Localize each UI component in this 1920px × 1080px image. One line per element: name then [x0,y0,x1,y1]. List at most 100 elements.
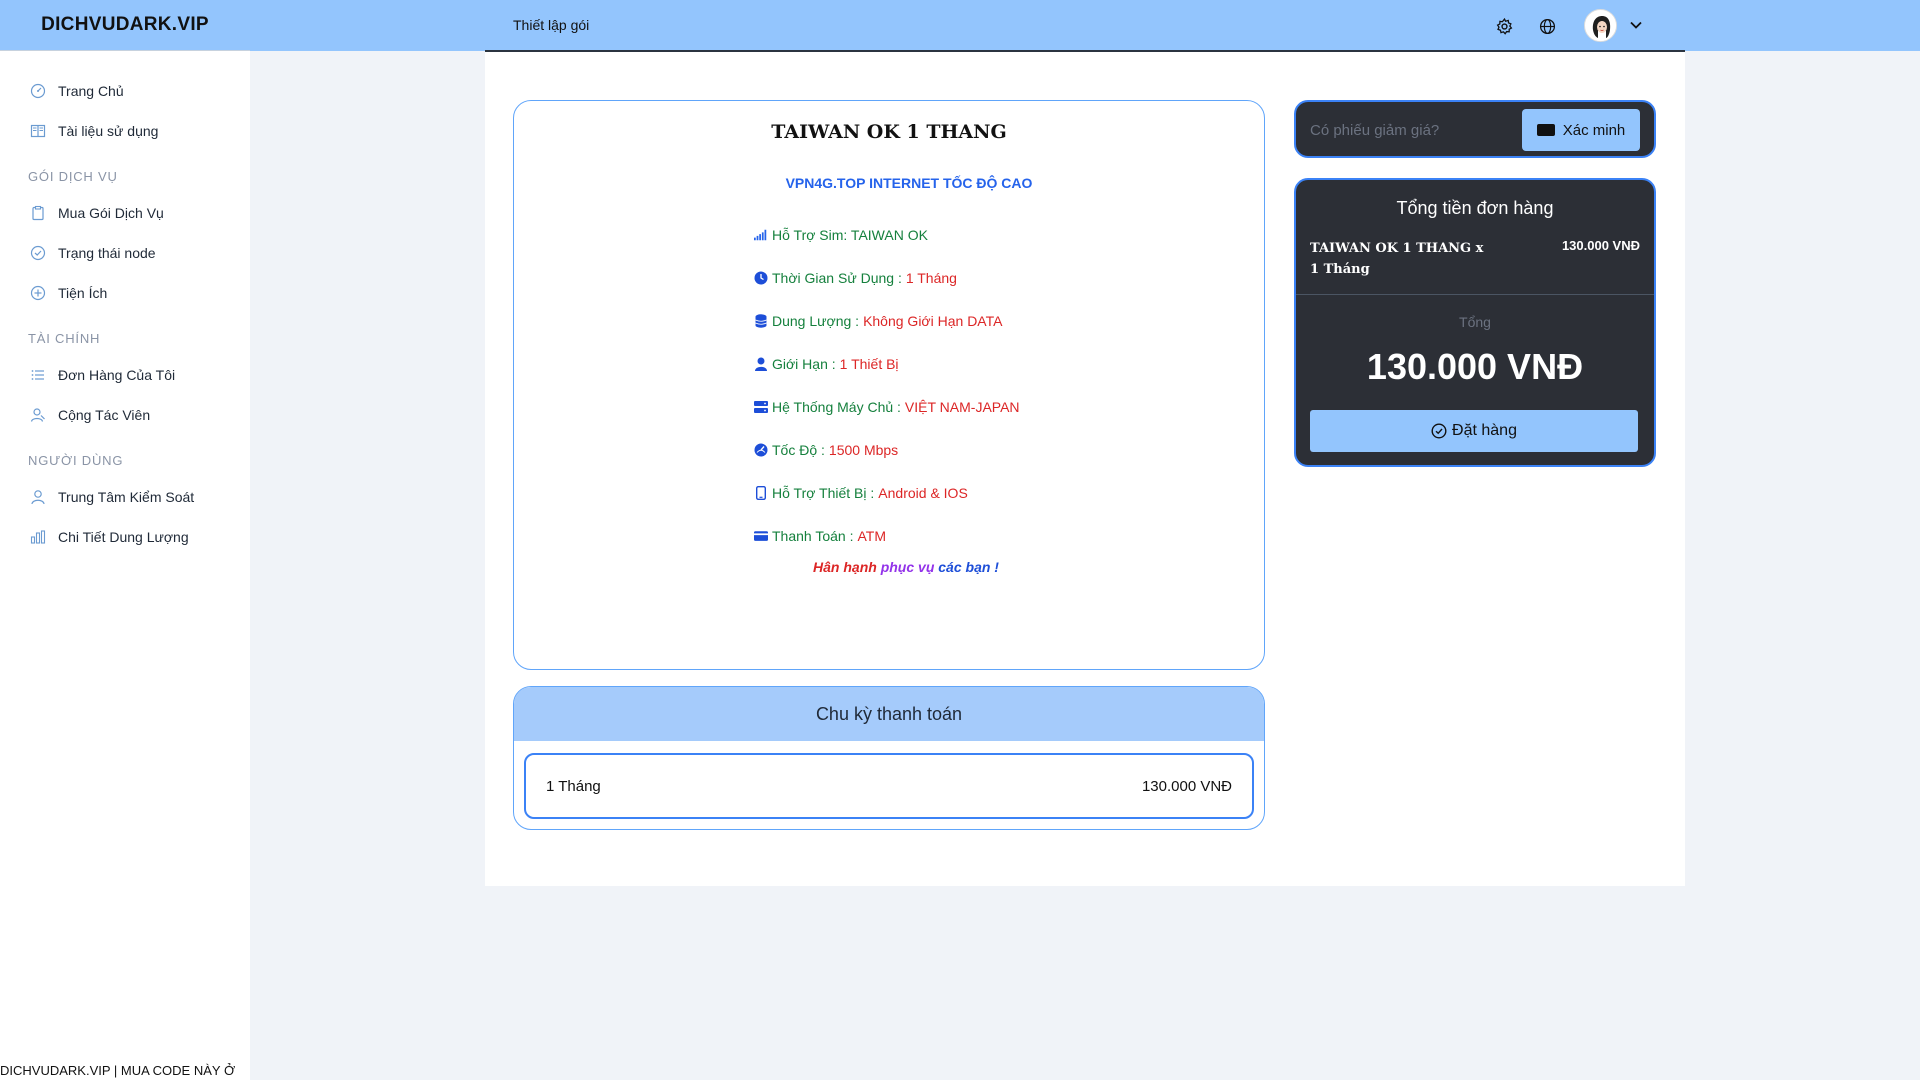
feature-value: Không Giới Hạn DATA [863,312,1003,329]
chevron-down-icon[interactable] [1628,17,1644,33]
phone-icon [754,485,768,500]
sidebar-item-node-status[interactable]: Trạng thái node [0,233,250,273]
user-icon [754,357,768,371]
server-icon [754,400,768,414]
list-icon [29,366,47,384]
sidebar-item-label: Trung Tâm Kiểm Soát [58,489,195,505]
avatar[interactable] [1584,9,1617,42]
feature-devices: Hỗ Trợ Thiết Bị : Android & IOS [754,471,1264,514]
sidebar-item-label: Tiện Ích [58,285,108,301]
summary-divider [1296,294,1654,295]
gear-icon[interactable] [1495,17,1513,35]
total-value: 130.000 VNĐ [1366,346,1584,387]
plus-circle-icon [29,284,47,302]
feature-label: Giới Hạn : [772,355,836,372]
sidebar-item-label: Tài liệu sử dụng [58,123,159,139]
thanks-message: Hân hạnh phục vụ các bạn ! [548,559,1264,575]
feature-value: VIỆT NAM-JAPAN [904,398,1020,415]
sidebar-item-label: Đơn Hàng Của Tôi [58,367,176,383]
sidebar-item-my-orders[interactable]: Đơn Hàng Của Tôi [0,355,250,395]
sidebar-item-utilities[interactable]: Tiện Ích [0,273,250,313]
thanks-part: các bạn ! [938,559,999,575]
check-circle-icon [29,244,47,262]
plan-details-card: TAIWAN OK 1 THANG VPN4G.TOP INTERNET TỐC… [513,100,1265,670]
sidebar-item-docs[interactable]: Tài liệu sử dụng [0,111,250,151]
sidebar-item-label: Chi Tiết Dung Lượng [58,529,189,545]
sidebar-nav: Trang Chủ Tài liệu sử dụng GÓI DỊCH VỤ M… [0,51,250,557]
sidebar-item-label: Cộng Tác Viên [58,407,151,423]
page-title: Thiết lập gói [513,17,590,33]
feature-label: Dung Lượng : [772,312,860,329]
billing-cycle-card: Chu kỳ thanh toán 1 Tháng 130.000 VNĐ [513,686,1265,830]
card-icon [754,529,768,543]
plan-features: Hỗ Trợ Sim: TAIWAN OK Thời Gian Sử Dụng … [754,213,1264,557]
sidebar-item-label: Mua Gói Dịch Vụ [58,205,164,221]
nav-section-title: GÓI DỊCH VỤ [28,169,118,184]
feature-payment: Thanh Toán : ATM [754,514,1264,557]
sidebar: DICHVUDARK.VIP Trang Chủ Tài liệu sử dụn… [0,0,250,1080]
feature-value: 1 Thiết Bị [839,355,899,372]
billing-cycle-title: Chu kỳ thanh toán [514,687,1264,741]
plan-title: TAIWAN OK 1 THANG [771,121,1007,143]
dashboard-icon [29,82,47,100]
feature-label: Hỗ Trợ Sim: TAIWAN OK [772,226,928,243]
billing-cycle-option[interactable]: 1 Tháng 130.000 VNĐ [524,753,1254,819]
feature-duration: Thời Gian Sử Dụng : 1 Tháng [754,256,1264,299]
feature-label: Thanh Toán : [772,527,854,544]
users-icon [29,406,47,424]
plan-subtitle: VPN4G.TOP INTERNET TỐC ĐỘ CAO [785,175,1033,191]
coupon-input[interactable] [1310,116,1510,144]
sidebar-item-label: Trang Chủ [58,83,124,99]
book-icon [29,122,47,140]
order-summary-title: Tổng tiền đơn hàng [1396,198,1554,218]
nav-section-title: NGƯỜI DÙNG [28,453,124,468]
feature-value: 1 Tháng [905,269,957,286]
brand-name: DICHVUDARK.VIP [41,14,209,35]
sidebar-item-control-center[interactable]: Trung Tâm Kiểm Soát [0,477,250,517]
footer-note: DICHVUDARK.VIP | MUA CODE NÀY Ở [0,1063,236,1078]
thanks-part: phục vụ [880,559,939,575]
feature-sim: Hỗ Trợ Sim: TAIWAN OK [754,213,1264,256]
thanks-part: Hân hạnh [813,559,881,575]
database-icon [754,313,768,328]
order-line-item: TAIWAN OK 1 THANG x 1 Tháng 130.000 VNĐ [1310,238,1640,280]
feature-device-limit: Giới Hạn : 1 Thiết Bị [754,342,1264,385]
order-summary: Tổng tiền đơn hàng TAIWAN OK 1 THANG x 1… [1294,178,1656,467]
sidebar-item-label: Trạng thái node [58,245,156,261]
speed-icon [754,443,768,457]
bar-chart-icon [29,528,47,546]
feature-server: Hệ Thống Máy Chủ : VIỆT NAM-JAPAN [754,385,1264,428]
sidebar-item-buy-package[interactable]: Mua Gói Dịch Vụ [0,193,250,233]
line-item-price: 130.000 VNĐ [1561,238,1640,253]
place-order-button[interactable]: Đặt hàng [1310,410,1638,452]
user-icon [29,488,47,506]
sidebar-item-home[interactable]: Trang Chủ [0,71,250,111]
total-label: Tổng [1459,314,1491,330]
ticket-icon [1536,124,1555,136]
feature-label: Tốc Độ : [772,441,825,458]
feature-value: ATM [857,527,886,544]
brand-logo[interactable]: DICHVUDARK.VIP [0,0,250,51]
nav-section-title: TÀI CHÍNH [28,331,101,346]
feature-label: Hệ Thống Máy Chủ : [772,398,901,415]
place-order-label: Đặt hàng [1452,422,1517,439]
feature-label: Thời Gian Sử Dụng : [772,269,902,286]
globe-icon[interactable] [1538,17,1556,35]
clipboard-icon [29,204,47,222]
main-content: TAIWAN OK 1 THANG VPN4G.TOP INTERNET TỐC… [485,52,1685,886]
line-item-name: TAIWAN OK 1 THANG x 1 Tháng [1310,241,1484,277]
clock-icon [754,271,768,285]
feature-speed: Tốc Độ : 1500 Mbps [754,428,1264,471]
verify-coupon-button[interactable]: Xác minh [1522,109,1640,151]
feature-value: Android & IOS [878,484,968,501]
signal-icon [754,228,768,242]
cycle-option-price: 130.000 VNĐ [1141,777,1232,795]
topbar: Thiết lập gói [250,0,1920,52]
feature-label: Hỗ Trợ Thiết Bị : [772,484,875,501]
feature-value: 1500 Mbps [828,441,899,458]
sidebar-item-data-usage[interactable]: Chi Tiết Dung Lượng [0,517,250,557]
sidebar-item-affiliate[interactable]: Cộng Tác Viên [0,395,250,435]
feature-data: Dung Lượng : Không Giới Hạn DATA [754,299,1264,342]
verify-button-label: Xác minh [1562,121,1626,139]
coupon-box: Xác minh [1294,100,1656,158]
